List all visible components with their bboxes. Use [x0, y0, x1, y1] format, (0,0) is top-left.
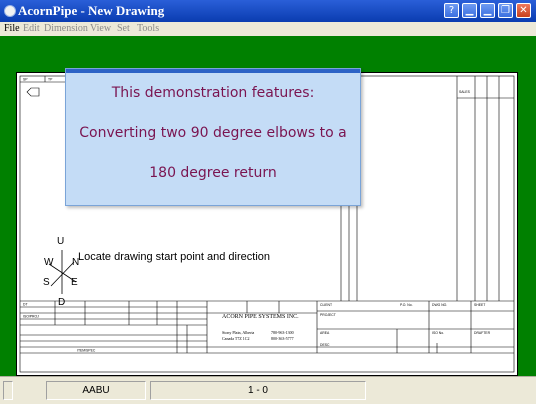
- company-address-line1: Stony Plain, Alberta: [222, 330, 255, 335]
- svg-text:SHEET: SHEET: [474, 303, 485, 307]
- compass-south: S: [43, 277, 50, 288]
- compass-up: U: [57, 236, 65, 247]
- company-address-line2: Canada T7Z 1C2: [222, 336, 250, 341]
- menu-bar: File Edit Dimension View Set Tools: [0, 22, 536, 36]
- status-panel-1: AABU: [46, 381, 146, 400]
- help-icon[interactable]: ?: [444, 3, 459, 18]
- svg-text:DESC: DESC: [320, 343, 330, 347]
- company-phone1: 780-963-1300: [271, 330, 294, 335]
- company-phone2: 800-363-5777: [271, 336, 294, 341]
- svg-text:SALES: SALES: [459, 90, 471, 94]
- svg-text:P.O. No.: P.O. No.: [400, 303, 413, 307]
- demo-callout: This demonstration features: Converting …: [65, 68, 361, 206]
- close-icon[interactable]: ✕: [516, 3, 531, 18]
- status-panel-2: 1 - 0: [150, 381, 366, 400]
- compass-icon: [48, 250, 77, 294]
- compass-down: D: [58, 297, 66, 308]
- callout-line-1: This demonstration features:: [111, 85, 315, 101]
- minimize-icon[interactable]: ▁: [462, 3, 477, 18]
- status-bar: AABU 1 - 0: [0, 376, 536, 404]
- restore-icon[interactable]: ❐: [498, 3, 513, 18]
- status-panel-0: [3, 381, 13, 400]
- svg-text:AREA: AREA: [320, 331, 330, 335]
- acorn-icon[interactable]: [4, 5, 16, 17]
- svg-text:ITEM/SPEC: ITEM/SPEC: [77, 349, 96, 353]
- compass-west: W: [44, 257, 54, 268]
- minimize-icon[interactable]: ▁: [480, 3, 495, 18]
- svg-text:SP: SP: [23, 78, 28, 82]
- company-name: ACORN PIPE SYSTEMS INC.: [222, 314, 299, 320]
- compass-east: E: [71, 277, 78, 288]
- menu-dimension[interactable]: Dimension: [44, 23, 88, 34]
- menu-view[interactable]: View: [90, 23, 111, 34]
- svg-text:TP: TP: [48, 78, 53, 82]
- callout-header: [66, 69, 360, 73]
- svg-text:DT: DT: [23, 303, 28, 307]
- svg-text:DWG NO.: DWG NO.: [432, 303, 447, 307]
- svg-text:ISO/PROJ: ISO/PROJ: [23, 315, 39, 319]
- window-title: AcornPipe - New Drawing: [18, 3, 165, 18]
- svg-text:ISO No.: ISO No.: [432, 331, 444, 335]
- svg-text:PROJECT: PROJECT: [320, 313, 336, 317]
- svg-text:DRAFTER: DRAFTER: [474, 331, 491, 335]
- callout-line-2: Converting two 90 degree elbows to a: [79, 125, 347, 141]
- menu-file[interactable]: File: [4, 23, 20, 34]
- callout-line-3: 180 degree return: [149, 165, 277, 181]
- menu-edit[interactable]: Edit: [23, 23, 40, 34]
- svg-text:CLIENT: CLIENT: [320, 303, 332, 307]
- title-bar[interactable]: AcornPipe - New Drawing ? ▁ ▁ ❐ ✕: [0, 0, 536, 22]
- menu-set[interactable]: Set: [117, 23, 130, 34]
- start-point-instruction: Locate drawing start point and direction: [78, 251, 271, 263]
- menu-tools[interactable]: Tools: [137, 23, 159, 34]
